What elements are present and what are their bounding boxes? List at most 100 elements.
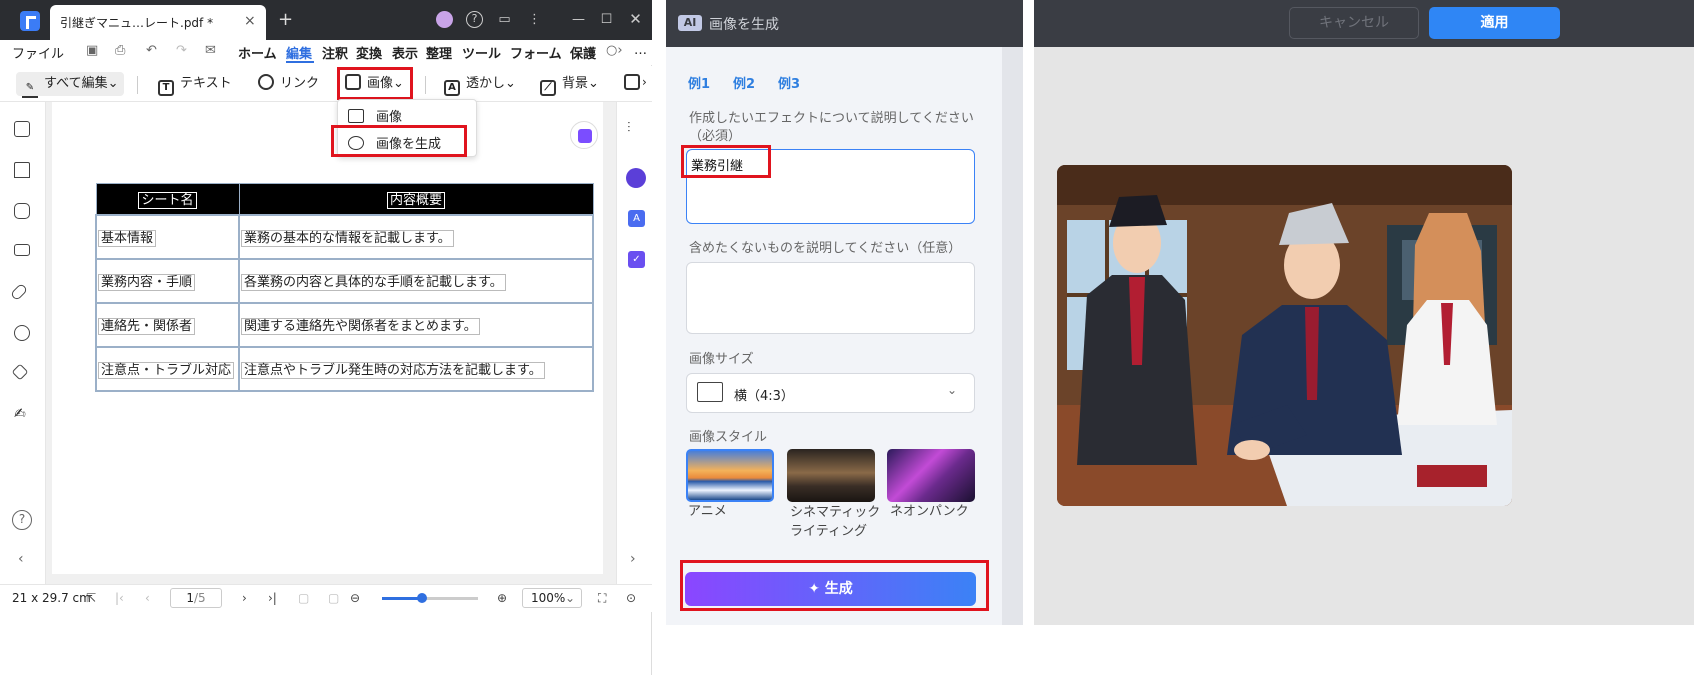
cell-text[interactable]: 関連する連絡先や関係者をまとめます。	[241, 318, 480, 335]
table-cell: 業務の基本的な情報を記載します。	[238, 213, 594, 260]
more-horizontal-icon[interactable]: …	[634, 43, 647, 58]
feedback-icon[interactable]: ▭	[496, 11, 513, 28]
help-icon[interactable]: ?	[466, 11, 483, 28]
example-tab-3[interactable]: 例3	[778, 73, 800, 92]
cell-text[interactable]: 各業務の内容と具体的な手順を記載します。	[241, 274, 506, 291]
comment-icon[interactable]	[14, 203, 30, 219]
panel-scrollbar[interactable]	[1002, 47, 1023, 625]
document-tab[interactable]: 引継ぎマニュ…レート.pdf * ×	[50, 5, 266, 40]
cell-text[interactable]: 注意点やトラブル発生時の対応方法を記載します。	[241, 362, 545, 379]
watermark-tool-button[interactable]: A 透かし⌄	[444, 72, 516, 96]
pages-icon[interactable]	[14, 121, 30, 137]
table-header-cell: シート名	[95, 183, 240, 215]
image-size-select[interactable]	[686, 373, 975, 413]
menu-home[interactable]: ホーム	[238, 43, 277, 62]
cell-text[interactable]: 注意点・トラブル対応	[98, 362, 235, 379]
zoom-out-icon[interactable]: ⊖	[350, 591, 360, 605]
cancel-button[interactable]: キャンセル	[1289, 7, 1419, 39]
fit-width-icon[interactable]: ▢	[328, 591, 339, 605]
menu-view[interactable]: 表示	[392, 43, 418, 62]
text-tool-button[interactable]: T テキスト	[158, 72, 232, 96]
translate-icon[interactable]: A	[628, 210, 645, 227]
fields-icon[interactable]	[14, 244, 30, 256]
fit-page-icon[interactable]: ▢	[298, 591, 309, 605]
table-cell: 業務内容・手順	[95, 257, 240, 304]
display-mode-icon[interactable]: ⊙	[626, 591, 636, 605]
minimize-icon[interactable]: —	[570, 11, 587, 28]
cell-text[interactable]: 連絡先・関係者	[98, 318, 196, 335]
toolbar-overflow-icon[interactable]: ›	[642, 75, 647, 89]
zoom-slider-handle[interactable]	[417, 593, 427, 603]
search-icon[interactable]: ○›	[606, 43, 623, 58]
generated-image[interactable]	[1057, 165, 1512, 506]
all-edit-label: すべて編集	[44, 76, 108, 91]
cell-text[interactable]: 基本情報	[98, 230, 157, 247]
header-summary[interactable]: 内容概要	[386, 192, 445, 210]
style-thumbnail-neonpunk[interactable]	[887, 449, 975, 502]
help-sidebar-icon[interactable]: ?	[12, 510, 32, 530]
first-page-icon[interactable]: |‹	[115, 591, 124, 605]
signature-icon[interactable]: ✍	[14, 406, 30, 422]
menu-convert[interactable]: 変換	[356, 43, 382, 62]
collapse-left-icon[interactable]: ‹	[18, 551, 24, 567]
properties-icon[interactable]: ⫶	[627, 120, 631, 136]
more-vertical-icon[interactable]: ⋮	[526, 11, 543, 28]
background-tool-button[interactable]: ⟋ 背景⌄	[540, 72, 599, 96]
all-edit-button[interactable]: ✎ すべて編集⌄	[16, 72, 124, 98]
new-tab-button[interactable]: +	[278, 9, 293, 30]
table-header-cell: 内容概要	[238, 183, 594, 215]
save-icon[interactable]: ▣	[86, 43, 98, 58]
next-page-icon[interactable]: ›	[242, 591, 247, 605]
prev-page-icon[interactable]: ‹	[145, 591, 150, 605]
menu-edit[interactable]: 編集	[286, 43, 312, 62]
maximize-icon[interactable]: ☐	[598, 11, 615, 28]
watermark-icon: A	[444, 80, 460, 96]
zoom-select[interactable]: 100% ⌄	[522, 588, 582, 608]
style-thumbnail-cinematic[interactable]	[787, 449, 875, 502]
mail-icon[interactable]: ✉	[205, 43, 216, 58]
close-tab-icon[interactable]: ×	[244, 13, 256, 29]
negative-prompt-textarea[interactable]	[686, 262, 975, 334]
toolbar-divider	[425, 76, 426, 94]
style-label-neonpunk: ネオンパンク	[890, 504, 969, 519]
collapse-right-icon[interactable]: ›	[630, 551, 636, 567]
example-tab-2[interactable]: 例2	[733, 73, 755, 92]
background-tool-label: 背景	[562, 76, 589, 91]
menu-organize[interactable]: 整理	[426, 43, 452, 62]
close-window-icon[interactable]: ✕	[627, 11, 644, 28]
table-cell: 連絡先・関係者	[95, 301, 240, 348]
table-row: 注意点・トラブル対応 注意点やトラブル発生時の対応方法を記載します。	[95, 345, 594, 392]
last-page-icon[interactable]: ›|	[268, 591, 277, 605]
bookmark-icon[interactable]	[14, 162, 30, 178]
print-icon[interactable]: ⎙	[115, 43, 125, 58]
ai-assistant-icon[interactable]	[570, 121, 598, 149]
apply-button[interactable]: 適用	[1429, 7, 1560, 39]
ai-robot-icon[interactable]	[626, 168, 646, 188]
undo-icon[interactable]: ↶	[146, 43, 157, 58]
cursor-icon[interactable]: ⇱	[86, 591, 96, 605]
image-icon	[348, 109, 364, 123]
menu-tools[interactable]: ツール	[462, 43, 501, 62]
avatar[interactable]	[436, 11, 453, 28]
menu-file[interactable]: ファイル	[12, 43, 64, 62]
example-tab-1[interactable]: 例1	[688, 73, 710, 92]
menu-item-image[interactable]: 画像	[348, 106, 402, 125]
checklist-icon[interactable]: ✓	[628, 251, 645, 268]
menu-annotate[interactable]: 注釈	[322, 43, 348, 62]
page-number-field[interactable]: 1/5	[170, 588, 222, 608]
link-tool-button[interactable]: リンク	[254, 70, 319, 96]
zoom-in-icon[interactable]: ⊕	[497, 591, 507, 605]
table-row: 基本情報 業務の基本的な情報を記載します。	[95, 213, 594, 260]
prompt-highlight	[681, 145, 771, 178]
fullscreen-icon[interactable]: ⛶	[598, 591, 606, 606]
app-logo-icon	[20, 11, 40, 31]
cell-text[interactable]: 業務内容・手順	[98, 274, 196, 291]
search-panel-icon[interactable]	[14, 325, 30, 341]
style-thumbnail-anime[interactable]	[686, 449, 774, 502]
menu-form[interactable]: フォーム	[510, 43, 562, 62]
redo-icon[interactable]: ↷	[176, 43, 187, 58]
header-sheet-name[interactable]: シート名	[138, 192, 197, 210]
menu-item-image-label: 画像	[376, 110, 403, 125]
cell-text[interactable]: 業務の基本的な情報を記載します。	[241, 230, 454, 247]
menu-protect[interactable]: 保護	[570, 43, 596, 62]
